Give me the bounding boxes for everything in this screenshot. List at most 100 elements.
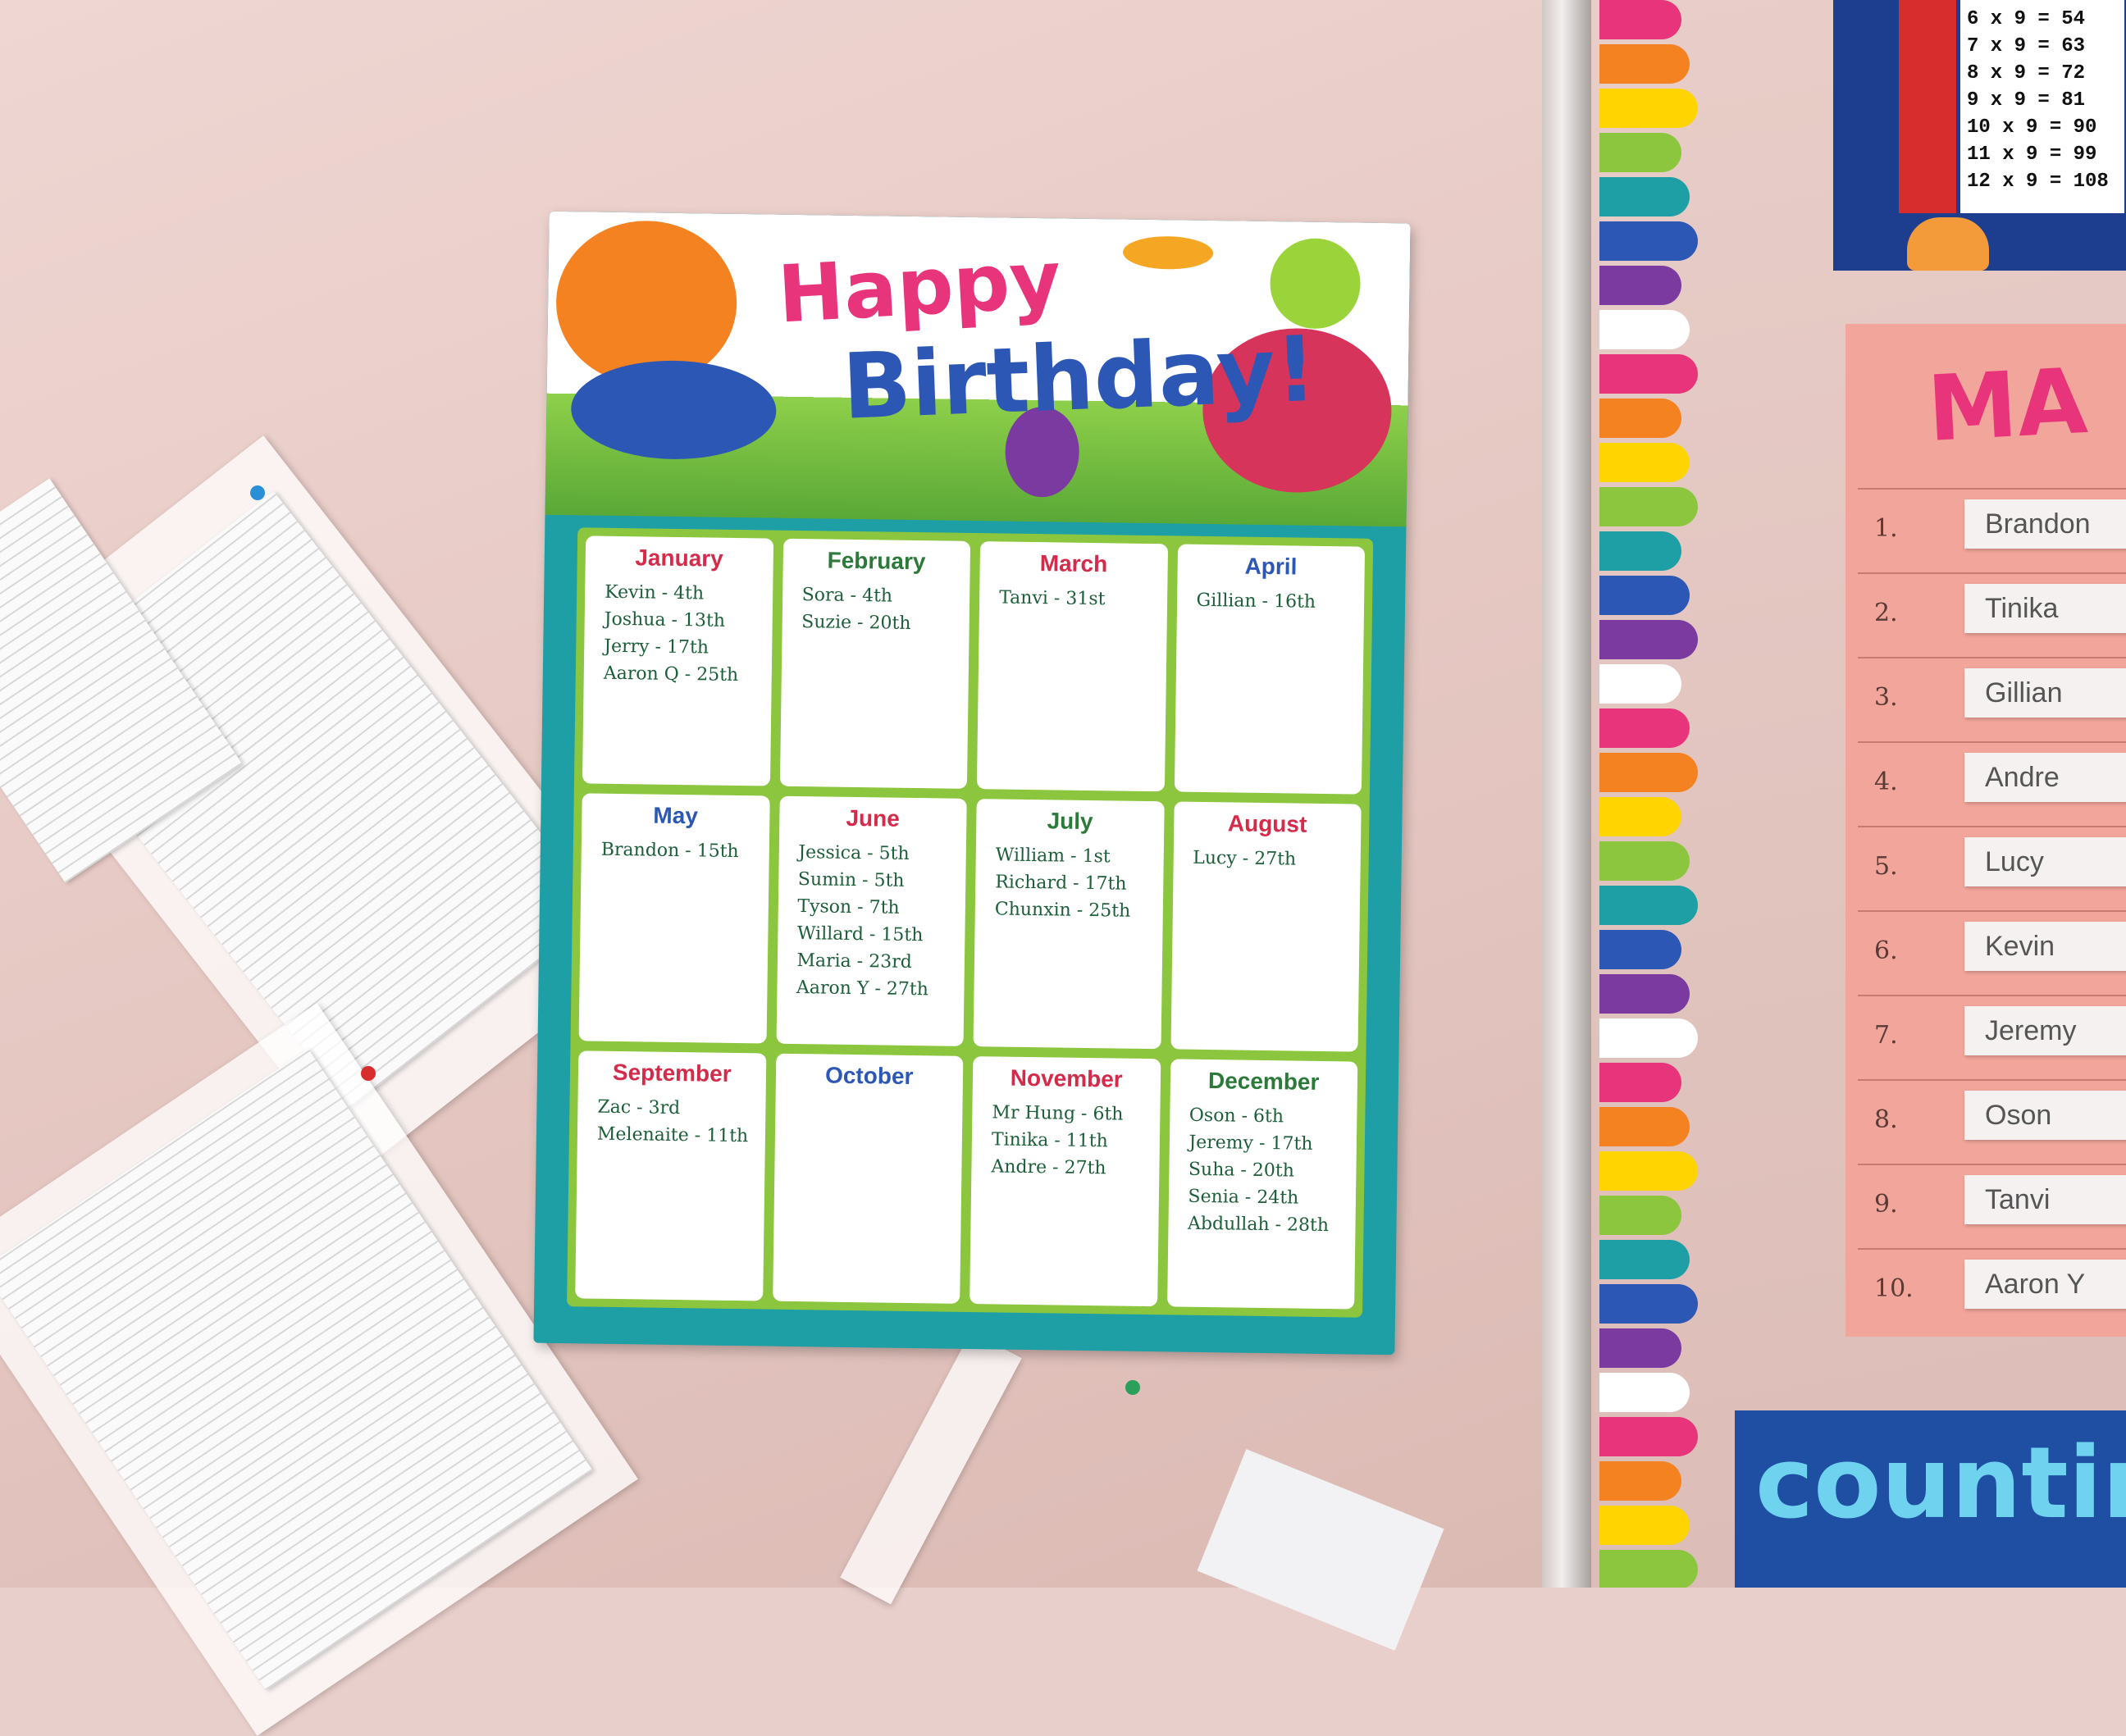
ranking-title: MA — [1924, 348, 2090, 462]
month-name: June — [846, 804, 901, 832]
stripe-segment — [1599, 89, 1698, 128]
month-name: April — [1244, 553, 1298, 580]
ranking-name-card: Brandon — [1964, 499, 2126, 549]
ranking-row: 3. Gillian — [1858, 657, 2126, 734]
month-box-november: November Mr Hung - 6th Tinika - 11th Andre … — [969, 1056, 1161, 1307]
stripe-segment — [1599, 1018, 1698, 1058]
stripe-segment — [1599, 1240, 1690, 1279]
birthday-entry: William - 1st — [995, 845, 1111, 868]
month-name: November — [1010, 1064, 1123, 1092]
birthday-entry: Willard - 15th — [796, 923, 924, 946]
ranking-number: 2. — [1874, 599, 1898, 627]
times-table-row: 7 x 9 = 63 — [1967, 35, 2086, 57]
stripe-segment — [1599, 1328, 1681, 1368]
poster-title-happy: Happy — [775, 233, 1064, 341]
stripe-segment — [1599, 221, 1698, 261]
month-box-february: February Sora - 4th Suzie - 20th — [779, 538, 971, 789]
month-box-december: December Oson - 6th Jeremy - 17th Suha - 20… — [1166, 1059, 1358, 1310]
times-table-row: 8 x 9 = 72 — [1967, 62, 2086, 84]
month-box-may: May Brandon - 15th — [578, 793, 770, 1044]
ranking-row: 1. Brandon — [1858, 488, 2126, 565]
ranking-row: 9. Tanvi — [1858, 1164, 2126, 1241]
birthday-entry: Aaron Y - 27th — [796, 977, 929, 1000]
ranking-row: 8. Oson — [1858, 1079, 2126, 1156]
ranking-number: 10. — [1874, 1274, 1914, 1303]
birthday-entry: Maria - 23rd — [796, 950, 912, 973]
ranking-number: 6. — [1874, 936, 1898, 965]
month-name: September — [612, 1059, 732, 1087]
times-table-rows: 6 x 9 = 54 7 x 9 = 63 8 x 9 = 72 9 x 9 = 81… — [1960, 0, 2124, 213]
ranking-number: 8. — [1874, 1105, 1898, 1134]
orange-dinosaur-icon — [554, 219, 738, 386]
stripe-segment — [1599, 310, 1690, 349]
birthday-entry: Mr Hung - 6th — [992, 1102, 1124, 1125]
ranking-row: 5. Lucy — [1858, 826, 2126, 903]
stripe-segment — [1599, 753, 1698, 792]
stripe-segment — [1599, 620, 1698, 659]
ranking-name-card: Andre — [1964, 753, 2126, 802]
month-box-july: July William - 1st Richard - 17th Chunxin -… — [973, 799, 1165, 1050]
stripe-segment — [1599, 133, 1681, 172]
month-name: March — [1039, 550, 1108, 577]
birthday-entry: Abdullah - 28th — [1187, 1213, 1330, 1237]
birthday-entry: Joshua - 13th — [604, 608, 726, 631]
birthday-entry: Aaron Q - 25th — [603, 663, 739, 686]
ranking-name-card: Tanvi — [1964, 1175, 2126, 1224]
ranking-name-card: Jeremy — [1964, 1006, 2126, 1055]
ranking-name-card: Lucy — [1964, 837, 2126, 886]
birthday-entry: Jerry - 17th — [604, 636, 709, 658]
birthday-entry: Suzie - 20th — [801, 612, 911, 634]
stripe-segment — [1599, 1417, 1698, 1456]
month-name: October — [824, 1062, 914, 1090]
stripe-segment — [1599, 709, 1690, 748]
ranking-name-card: Oson — [1964, 1091, 2126, 1140]
stripe-segment — [1599, 974, 1690, 1014]
stripe-segment — [1599, 44, 1690, 84]
birthday-entry: Tinika - 11th — [991, 1129, 1108, 1152]
month-box-august: August Lucy - 27th — [1170, 801, 1362, 1052]
counting-text: countin — [1755, 1427, 2126, 1541]
ranking-name-card: Aaron Y — [1964, 1260, 2126, 1309]
month-name: August — [1227, 810, 1307, 837]
ranking-number: 7. — [1874, 1021, 1898, 1050]
birthday-entry: Zac - 3rd — [597, 1096, 681, 1119]
stripe-segment — [1599, 886, 1698, 925]
month-box-april: April Gillian - 16th — [1174, 544, 1366, 795]
stripe-segment — [1599, 1506, 1690, 1545]
striped-border — [1599, 0, 1706, 1588]
month-name: May — [653, 802, 699, 829]
ranking-number: 1. — [1874, 514, 1898, 543]
birthday-entry: Kevin - 4th — [604, 581, 705, 604]
stripe-segment — [1599, 1373, 1690, 1412]
ranking-name-card: Gillian — [1964, 668, 2126, 718]
counting-sign: countin — [1735, 1410, 2126, 1588]
stripe-segment — [1599, 1107, 1690, 1146]
month-name: July — [1047, 808, 1093, 835]
stripe-segment — [1599, 1461, 1681, 1501]
stripe-segment — [1599, 1196, 1681, 1235]
times-table-poster: 6 x 9 = 54 7 x 9 = 63 8 x 9 = 72 9 x 9 = 81… — [1833, 0, 2126, 271]
month-name: January — [635, 544, 723, 572]
ranking-chart: MA 1. Brandon 2. Tinika 3. Gillian 4. Andre 5. Lu… — [1845, 324, 2126, 1337]
stripe-segment — [1599, 930, 1681, 969]
fish-column-icon — [1899, 0, 1956, 213]
stripe-segment — [1599, 664, 1681, 704]
pterodactyl-icon — [1122, 235, 1214, 271]
birthday-entry: Andre - 27th — [991, 1156, 1106, 1179]
month-box-september: September Zac - 3rd Melenaite - 11th — [575, 1050, 766, 1301]
birthday-entry: Melenaite - 11th — [596, 1123, 749, 1147]
times-table-row: 10 x 9 = 90 — [1967, 116, 2097, 139]
birthday-entry: Senia - 24th — [1188, 1186, 1299, 1209]
stripe-segment — [1599, 177, 1690, 216]
times-table-row: 6 x 9 = 54 — [1967, 8, 2086, 30]
stripe-segment — [1599, 1284, 1698, 1324]
pin-icon — [361, 1066, 376, 1081]
ranking-row: 10. Aaron Y — [1858, 1248, 2126, 1325]
birthday-poster: Happy Birthday! January Kevin - 4th Joshua… — [533, 211, 1411, 1356]
ranking-number: 5. — [1874, 852, 1898, 881]
birthday-entry: Jessica - 5th — [798, 842, 910, 864]
month-box-october: October — [772, 1053, 964, 1304]
birthday-entry: Lucy - 27th — [1193, 847, 1297, 870]
birthday-entry: Brandon - 15th — [600, 839, 739, 863]
poster-header: Happy Birthday! — [545, 211, 1411, 527]
